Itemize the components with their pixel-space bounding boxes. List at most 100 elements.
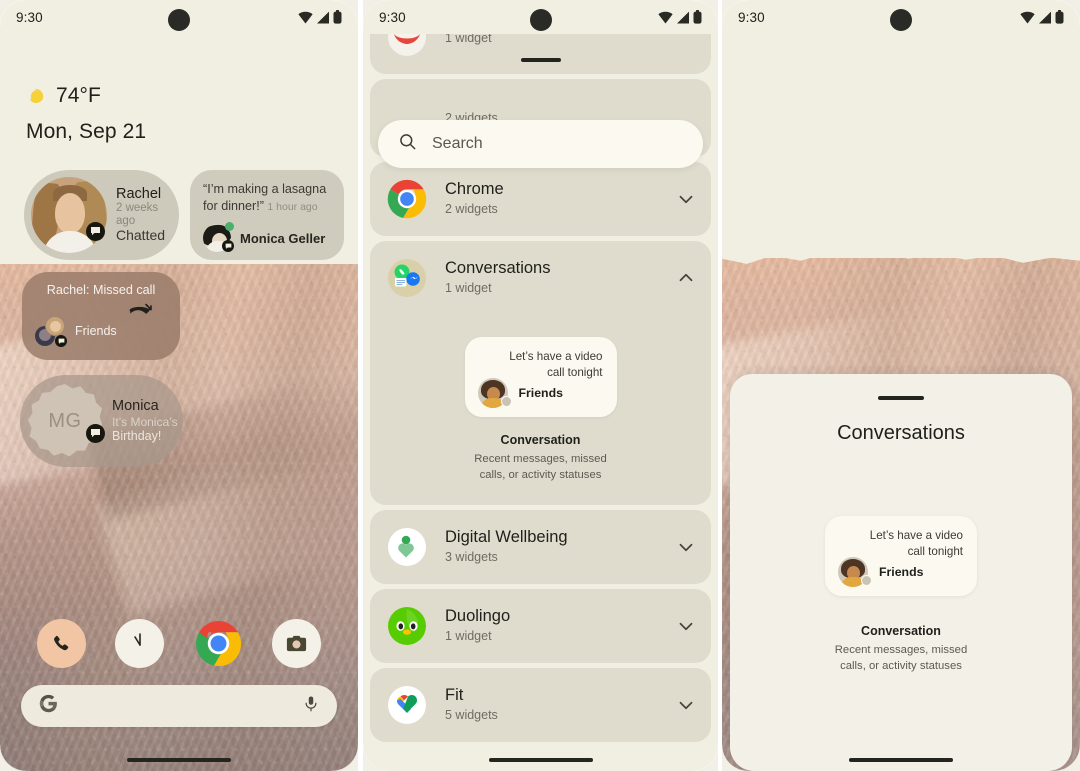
widget-group-duolingo[interactable]: Duolingo 1 widget [370, 589, 711, 664]
microphone-icon[interactable] [302, 695, 320, 718]
battery-icon [693, 10, 702, 24]
camera-icon [287, 635, 307, 652]
status-time: 9:30 [738, 9, 765, 25]
screenshot-root: 9:30 74°F Mon, Sep 21 Rachel 2 weeks ago… [0, 0, 1080, 771]
sun-icon [26, 86, 46, 106]
rachel-status: Chatted [116, 227, 166, 244]
conversation-widgets-row: Rachel 2 weeks ago Chatted “I’m making a… [24, 170, 344, 260]
missed-call-icon [127, 302, 153, 327]
monica-bubble-name: Monica [112, 398, 159, 415]
wifi-icon [1020, 11, 1035, 24]
widget-group-chrome[interactable]: Chrome 2 widgets [370, 162, 711, 236]
conversations-group-count: 1 widget [445, 281, 492, 296]
monica-bubble-line1: It’s Monica’s [112, 415, 178, 430]
preview-line1: Let’s have a video [869, 529, 963, 542]
wifi-icon [298, 11, 313, 24]
chrome-group-title: Chrome [445, 179, 504, 198]
battery-icon [333, 10, 342, 24]
chat-bubble-icon [86, 222, 105, 241]
bubble-monica-birthday[interactable]: MG Monica It’s Monica’s Birthday! [20, 375, 183, 467]
temperature-label: 74°F [56, 84, 101, 107]
chevron-down-icon[interactable] [675, 694, 697, 716]
preview-desc-line2: calls, or activity statuses [840, 660, 962, 673]
preview-widget-title: Conversation [500, 433, 581, 447]
chrome-icon [386, 178, 428, 220]
sheet-drag-handle[interactable] [878, 396, 924, 400]
widget-preview-card[interactable]: Let’s have a video call tonight Friends [464, 337, 617, 417]
preview-widget-title: Conversation [861, 624, 941, 638]
widget-group-digital-wellbeing[interactable]: Digital Wellbeing 3 widgets [370, 510, 711, 585]
phone-widget-picker: 1 widget 2 widgets Chrome 2 widgets Conv… [363, 0, 718, 771]
partial-group-count: 1 widget [445, 34, 492, 45]
google-fit-icon [386, 684, 428, 726]
fit-group-count: 5 widgets [445, 708, 498, 723]
chevron-down-icon[interactable] [675, 536, 697, 558]
google-search-bar[interactable] [21, 685, 337, 727]
wifi-icon [658, 11, 673, 24]
widget-rachel[interactable]: Rachel 2 weeks ago Chatted [24, 170, 179, 260]
wellbeing-group-title: Digital Wellbeing [445, 527, 568, 546]
red-app-icon [386, 34, 428, 58]
navigation-pill[interactable] [127, 758, 231, 762]
widget-search-field[interactable]: Search [378, 120, 703, 168]
status-time: 9:30 [379, 9, 406, 25]
bubble-missed-call[interactable]: Rachel: Missed call Friends [22, 272, 180, 360]
sheet-drag-handle[interactable] [520, 58, 561, 62]
conversations-group-title: Conversations [445, 258, 551, 277]
dock-item-chrome[interactable] [194, 619, 243, 668]
chrome-group-count: 2 widgets [445, 202, 498, 217]
dock-item-clock[interactable] [115, 619, 165, 668]
chevron-down-icon[interactable] [675, 188, 697, 210]
monica-timestamp: 1 hour ago [267, 200, 318, 213]
monica-bubble-line2: Birthday! [112, 429, 162, 444]
widget-group-partial[interactable]: 1 widget [370, 34, 711, 74]
camera-punch-hole [529, 9, 552, 31]
conversations-expanded-body: Let’s have a video call tonight Friends [370, 315, 711, 505]
preview-group-name: Friends [518, 386, 563, 400]
widget-preview-card[interactable]: Let’s have a video call tonight Friends [825, 516, 977, 596]
navigation-pill[interactable] [488, 758, 593, 762]
phone-home-screen: 9:30 74°F Mon, Sep 21 Rachel 2 weeks ago… [0, 0, 358, 771]
chat-bubble-icon [55, 335, 67, 347]
status-icons [1020, 10, 1064, 24]
duolingo-icon [386, 605, 428, 647]
chevron-down-icon[interactable] [675, 615, 697, 637]
preview-desc-line1: Recent messages, missed [834, 644, 968, 656]
duolingo-group-title: Duolingo [445, 606, 511, 625]
rachel-name: Rachel [116, 186, 162, 203]
status-bar: 9:30 [722, 0, 1080, 34]
clock-icon [133, 632, 141, 646]
chat-bubble-icon [86, 424, 105, 443]
status-time: 9:30 [16, 9, 43, 25]
preview-group-name: Friends [879, 565, 924, 579]
chevron-up-icon[interactable] [675, 267, 697, 289]
fit-group-title: Fit [445, 685, 464, 704]
battery-icon [1055, 10, 1064, 24]
app-dock [0, 619, 358, 668]
widget-group-fit[interactable]: Fit 5 widgets [370, 668, 711, 743]
camera-punch-hole [168, 9, 190, 31]
navigation-pill[interactable] [849, 758, 953, 762]
weather-widget[interactable]: 74°F [26, 84, 101, 108]
preview-widget-desc: Recent messages, missed calls, or activi… [370, 451, 711, 483]
monica-initials-avatar: MG [28, 384, 102, 457]
widget-group-conversations[interactable]: Conversations 1 widget Let’s have a vide… [370, 241, 711, 506]
status-icons [298, 10, 342, 24]
cell-signal-icon [1038, 11, 1052, 24]
missed-call-group: Friends [75, 324, 117, 338]
status-icons [658, 10, 702, 24]
widget-monica-geller[interactable]: “I’m making a lasagna for dinner!” 1 hou… [190, 170, 344, 260]
camera-punch-hole [890, 9, 912, 31]
app-badge-icon [500, 396, 512, 407]
google-g-icon [38, 693, 59, 719]
app-badge-icon [861, 575, 872, 586]
status-bar: 9:30 [363, 0, 718, 34]
dock-item-phone[interactable] [36, 619, 86, 668]
widget-detail-sheet[interactable]: Conversations Let’s have a video call to… [730, 374, 1072, 771]
preview-caption: Conversation Recent messages, missed cal… [730, 624, 1072, 674]
preview-line1: Let’s have a video [509, 350, 603, 363]
rachel-timestamp: 2 weeks ago [116, 202, 159, 228]
conversations-folder-icon [386, 257, 428, 299]
search-icon [398, 132, 417, 156]
dock-item-camera[interactable] [272, 619, 322, 668]
